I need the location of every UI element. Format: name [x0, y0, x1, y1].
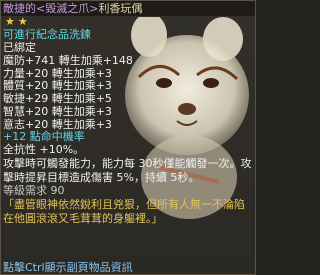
stat-row: 魔防+741 轉生加乘+148 — [3, 54, 133, 68]
lore-open-quote: 「 — [3, 198, 14, 211]
stat-value: +741 — [25, 54, 56, 67]
stat-bonus: 轉生加乘+3 — [51, 104, 112, 118]
memorial-wash-text: 可進行紀念品洗鍊 — [3, 28, 91, 41]
skill-effect: 攻擊時可觸發能力，能力每 30秒僅能觸發一次。攻擊時提昇目標造成傷害 5%，持續… — [3, 157, 252, 184]
lore-close-quote: 」 — [151, 211, 163, 225]
level-requirement: 等級需求 90 — [3, 184, 65, 197]
doll-illustration-icon — [125, 17, 249, 219]
item-title-owner: 利香玩偶 — [98, 2, 143, 15]
ctrl-hint: 點擊Ctrl顯示副頁物品資訊 — [3, 261, 133, 274]
lore-body: 盡管眼神依然銳利且兇狠，但所有人無一不淪陷在他圓滾滾又毛茸茸的身軀裡。 — [3, 198, 245, 225]
stat-row: 敏捷+29 轉生加乘+5 — [3, 92, 112, 106]
extra-effect: +12 點命中機率 — [3, 130, 85, 143]
stat-label: 體質 — [3, 79, 25, 93]
stat-bonus: 轉生加乘+5 — [51, 92, 112, 106]
star-icon: ★★ — [5, 15, 31, 28]
stat-bonus: 轉生加乘+148 — [58, 54, 133, 67]
stat-row: 意志+20 轉生加乘+3 — [3, 118, 112, 132]
resist-text: 全抗性 +10%。 — [3, 143, 85, 156]
stat-label: 敏捷 — [3, 92, 25, 106]
stat-row: 智慧+20 轉生加乘+3 — [3, 105, 112, 119]
stat-label: 力量 — [3, 66, 25, 80]
rarity-stars: ★★ — [5, 16, 31, 28]
stat-value: +29 — [25, 92, 49, 106]
title-bar: 敵捷的<毀滅之爪>利香玩偶 — [1, 1, 255, 16]
stat-label: 智慧 — [3, 104, 25, 118]
stat-label: 意志 — [3, 117, 25, 131]
stat-value: +20 — [25, 104, 49, 118]
stat-bonus: 轉生加乘+3 — [51, 66, 112, 80]
stat-value: +20 — [25, 117, 49, 131]
stat-value: +20 — [25, 66, 49, 80]
item-title-prefix: 敵捷的<毀滅之爪> — [3, 2, 99, 15]
stat-row: 體質+20 轉生加乘+3 — [3, 79, 112, 93]
stat-bonus: 轉生加乘+3 — [51, 79, 112, 93]
stat-label: 魔防 — [3, 54, 25, 67]
bound-status: 已綁定 — [3, 41, 36, 54]
lore-text: 「盡管眼神依然銳利且兇狠，但所有人無一不淪陷在他圓滾滾又毛茸茸的身軀裡。」 — [3, 198, 253, 225]
item-title: 敵捷的<毀滅之爪>利香玩偶 — [3, 2, 142, 15]
item-tooltip: 敵捷的<毀滅之爪>利香玩偶 ★★ 可進行紀念品洗鍊 已綁定 魔防+741 轉生加… — [0, 0, 256, 275]
stat-value: +20 — [25, 79, 49, 93]
stat-bonus: 轉生加乘+3 — [51, 117, 112, 131]
